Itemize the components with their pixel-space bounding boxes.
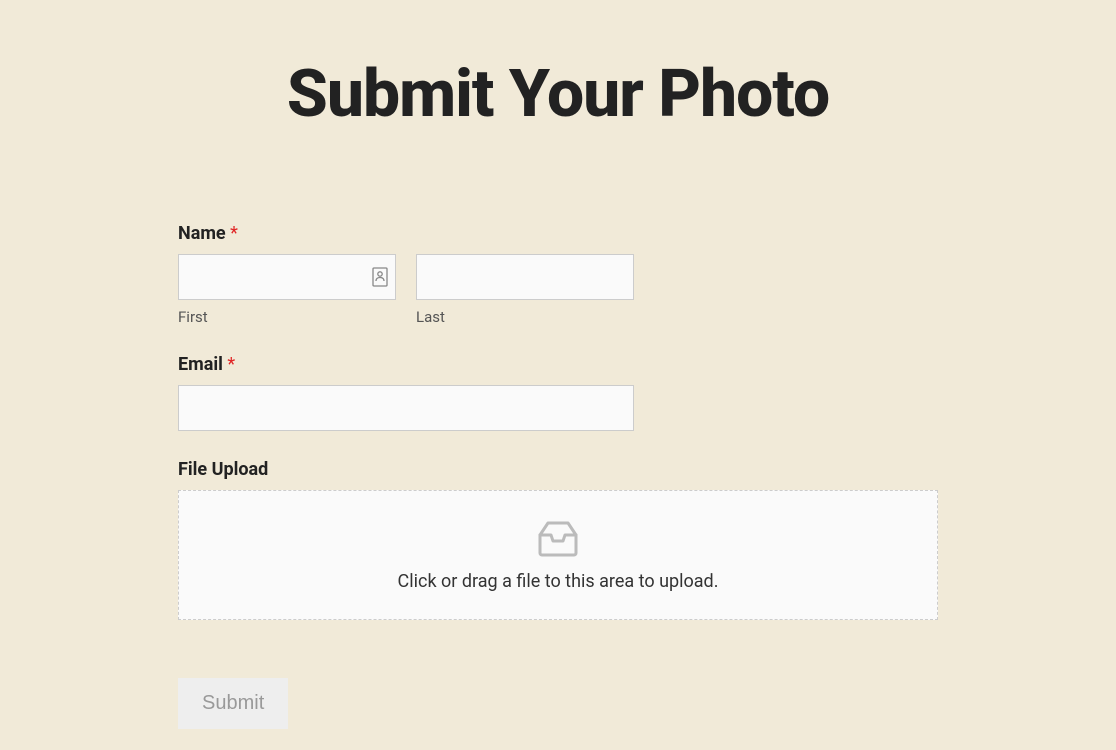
form-container: Name * First Last (6, 223, 1110, 729)
page-title: Submit Your Photo (6, 56, 1110, 133)
file-upload-dropzone[interactable]: Click or drag a file to this area to upl… (178, 490, 938, 620)
last-name-input[interactable] (416, 254, 634, 300)
email-input[interactable] (178, 385, 634, 431)
last-name-column: Last (416, 254, 634, 326)
first-name-sublabel: First (178, 308, 396, 326)
email-label: Email * (178, 354, 938, 375)
email-label-text: Email (178, 354, 227, 375)
name-inputs-group: First Last (178, 254, 938, 326)
required-asterisk: * (230, 223, 238, 244)
name-label: Name * (178, 223, 938, 244)
first-name-input[interactable] (178, 254, 396, 300)
inbox-upload-icon (536, 519, 580, 557)
email-field-row: Email * (178, 354, 938, 431)
first-name-input-wrapper (178, 254, 396, 300)
last-name-sublabel: Last (416, 308, 634, 326)
page-container: Submit Your Photo Name * First (6, 6, 1110, 744)
submit-button[interactable]: Submit (178, 678, 288, 729)
dropzone-text: Click or drag a file to this area to upl… (398, 571, 719, 592)
name-field-row: Name * First Last (178, 223, 938, 326)
first-name-column: First (178, 254, 396, 326)
required-asterisk: * (227, 354, 235, 375)
name-label-text: Name (178, 223, 230, 244)
file-upload-label: File Upload (178, 459, 938, 480)
file-upload-row: File Upload Click or drag a file to this… (178, 459, 938, 620)
